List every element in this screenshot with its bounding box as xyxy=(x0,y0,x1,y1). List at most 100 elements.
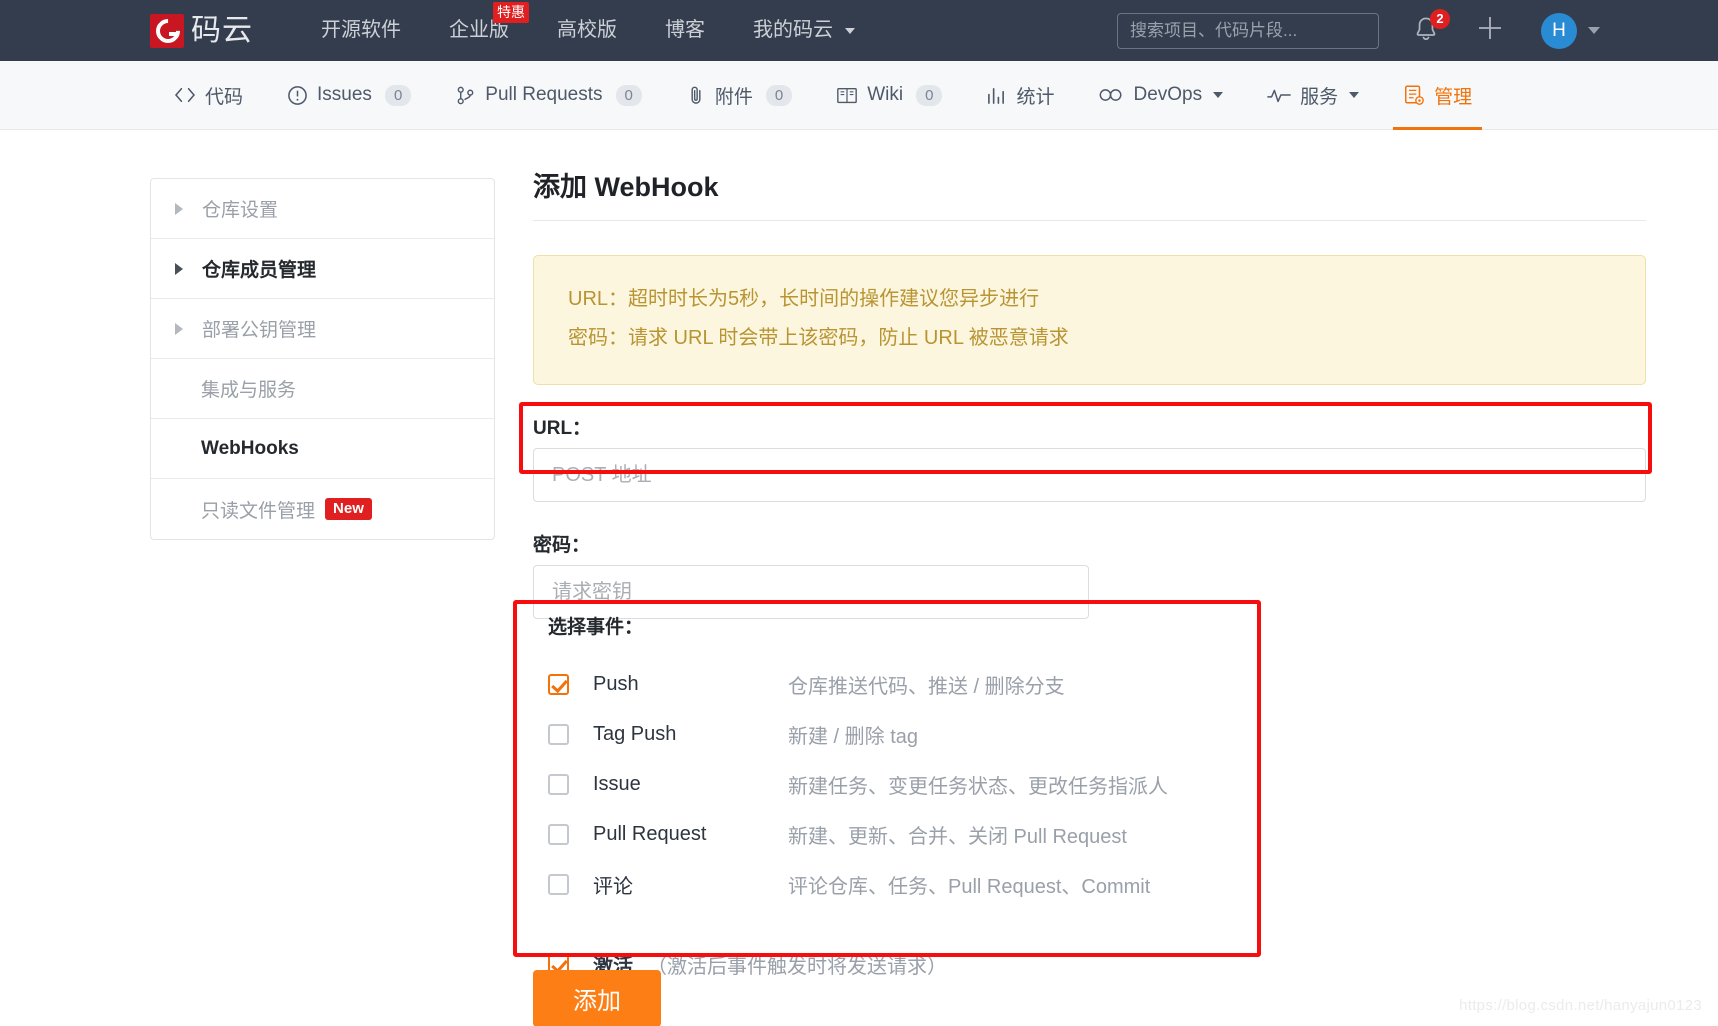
tab-pull-requests-label: Pull Requests xyxy=(485,84,603,105)
tab-management-label: 管理 xyxy=(1434,86,1473,108)
sidebar-item-webhooks[interactable]: WebHooks xyxy=(151,419,494,479)
sidebar-item-repo-settings-label: 仓库设置 xyxy=(202,200,279,221)
nav-open-source-label: 开源软件 xyxy=(321,19,401,41)
event-push-label: Push xyxy=(593,672,639,695)
event-comment-description: 评论仓库、任务、Pull Request、Commit xyxy=(788,875,1151,898)
chart-icon xyxy=(986,86,1007,105)
event-issue-label: Issue xyxy=(593,772,641,795)
tab-services-label: 服务 xyxy=(1300,86,1339,108)
chevron-down-icon xyxy=(844,27,855,34)
global-header: 码云 开源软件 企业版 特惠 高校版 博客 我的码云 搜索项目、代码片段... … xyxy=(0,0,1718,61)
tab-wiki[interactable]: Wiki 0 xyxy=(814,61,964,130)
event-row-issue[interactable]: Issue 新建任务、变更任务状态、更改任务指派人 xyxy=(548,759,1253,809)
chevron-right-icon xyxy=(175,202,183,215)
tab-devops-label: DevOps xyxy=(1133,84,1203,105)
nav-enterprise[interactable]: 企业版 特惠 xyxy=(425,0,533,61)
sidebar-item-deploy-keys[interactable]: 部署公钥管理 xyxy=(151,299,494,359)
nav-campus[interactable]: 高校版 xyxy=(533,0,641,61)
tab-code-label: 代码 xyxy=(205,86,244,108)
checkbox-issue[interactable] xyxy=(548,773,569,795)
site-logo-label: 码云 xyxy=(191,13,253,47)
checkbox-tag-push[interactable] xyxy=(548,723,569,745)
event-row-push[interactable]: Push 仓库推送代码、推送 / 删除分支 xyxy=(548,659,1253,709)
sidebar-item-repo-settings[interactable]: 仓库设置 xyxy=(151,179,494,239)
tab-wiki-label: Wiki xyxy=(867,84,904,105)
notice-line-password: 密码：请求 URL 时会带上该密码，防止 URL 被恶意请求 xyxy=(568,327,1069,349)
infinity-icon xyxy=(1098,87,1124,103)
header-actions: 2 H xyxy=(1117,8,1600,49)
nav-blog-label: 博客 xyxy=(665,19,705,41)
sidebar-item-deploy-keys-label: 部署公钥管理 xyxy=(202,320,317,341)
password-input[interactable] xyxy=(533,565,1089,619)
url-input[interactable] xyxy=(533,448,1646,502)
repository-nav: 代码 Issues 0 Pull Requests 0 附件 0 Wiki 0 … xyxy=(0,61,1718,130)
site-logo[interactable]: 码云 xyxy=(150,11,253,51)
info-notice: URL：超时时长为5秒，长时间的操作建议您异步进行 密码：请求 URL 时会带上… xyxy=(533,255,1646,385)
pulse-icon xyxy=(1267,87,1291,103)
chevron-right-icon xyxy=(175,262,183,275)
notifications-button[interactable]: 2 xyxy=(1413,8,1450,46)
nav-open-source[interactable]: 开源软件 xyxy=(297,0,425,61)
tab-services[interactable]: 服务 xyxy=(1245,61,1381,130)
tab-issues[interactable]: Issues 0 xyxy=(265,61,433,130)
sidebar-item-webhooks-label: WebHooks xyxy=(201,437,299,459)
tab-devops[interactable]: DevOps xyxy=(1076,61,1245,130)
checkbox-comment[interactable] xyxy=(548,873,569,895)
url-field-label: URL： xyxy=(533,418,592,439)
tab-pull-requests[interactable]: Pull Requests 0 xyxy=(433,61,664,130)
tab-management[interactable]: 管理 xyxy=(1381,61,1494,130)
sidebar-item-integrations-label: 集成与服务 xyxy=(201,380,297,401)
tab-wiki-count: 0 xyxy=(916,84,943,106)
gitee-g-icon xyxy=(150,13,184,48)
chevron-right-icon xyxy=(175,322,183,335)
tab-statistics[interactable]: 统计 xyxy=(964,61,1076,130)
event-row-comment[interactable]: 评论 评论仓库、任务、Pull Request、Commit xyxy=(548,859,1253,909)
tab-statistics-label: 统计 xyxy=(1016,86,1055,108)
issue-icon xyxy=(287,85,308,106)
event-push-description: 仓库推送代码、推送 / 删除分支 xyxy=(788,675,1065,698)
notification-count-badge: 2 xyxy=(1430,8,1450,29)
sidebar-item-integrations[interactable]: 集成与服务 xyxy=(151,359,494,419)
event-tag-push-description: 新建 / 删除 tag xyxy=(788,725,919,748)
nav-blog[interactable]: 博客 xyxy=(641,0,729,61)
event-tag-push-label: Tag Push xyxy=(593,722,677,745)
settings-list-icon xyxy=(1403,84,1425,106)
search-input[interactable] xyxy=(1117,12,1379,49)
tab-attachments-label: 附件 xyxy=(714,86,753,108)
event-issue-description: 新建任务、变更任务状态、更改任务指派人 xyxy=(788,775,1168,798)
event-activate-description: （激活后事件触发时将发送请求） xyxy=(647,955,947,978)
submit-button[interactable]: 添加 xyxy=(533,970,661,1026)
pull-request-icon xyxy=(455,85,476,106)
tab-pull-requests-count: 0 xyxy=(615,84,642,106)
sidebar-item-readonly-files[interactable]: 只读文件管理 New xyxy=(151,479,494,539)
events-spacer xyxy=(533,909,1253,939)
tab-attachments[interactable]: 附件 0 xyxy=(664,61,814,130)
promo-badge: 特惠 xyxy=(493,2,529,23)
nav-my-gitee-label: 我的码云 xyxy=(753,19,833,41)
nav-campus-label: 高校版 xyxy=(557,19,617,41)
chevron-down-icon xyxy=(1213,92,1224,98)
nav-my-gitee[interactable]: 我的码云 xyxy=(729,0,879,61)
events-section: 选择事件： Push 仓库推送代码、推送 / 删除分支 Tag Push 新建 … xyxy=(533,612,1253,989)
create-new-button[interactable] xyxy=(1475,13,1505,48)
notice-line-url: URL：超时时长为5秒，长时间的操作建议您异步进行 xyxy=(568,288,1040,310)
event-row-tag-push[interactable]: Tag Push 新建 / 删除 tag xyxy=(548,709,1253,759)
tab-issues-label: Issues xyxy=(317,84,372,105)
tab-attachments-count: 0 xyxy=(765,84,793,106)
tab-code[interactable]: 代码 xyxy=(152,61,265,130)
sidebar-item-repo-members-label: 仓库成员管理 xyxy=(202,260,317,281)
sidebar-item-readonly-files-label: 只读文件管理 xyxy=(201,500,316,522)
book-icon xyxy=(836,86,858,105)
chevron-down-icon xyxy=(1349,92,1360,98)
checkbox-pull-request[interactable] xyxy=(548,823,569,845)
user-menu-chevron-down-icon[interactable] xyxy=(1588,27,1600,34)
paperclip-icon xyxy=(686,85,706,106)
sidebar-item-repo-members[interactable]: 仓库成员管理 xyxy=(151,239,494,299)
code-icon xyxy=(174,86,196,104)
avatar[interactable]: H xyxy=(1541,12,1577,49)
watermark: https://blog.csdn.net/hanyajun0123 xyxy=(1459,997,1702,1014)
event-row-pull-request[interactable]: Pull Request 新建、更新、合并、关闭 Pull Request xyxy=(548,809,1253,859)
event-comment-label: 评论 xyxy=(593,875,633,898)
avatar-letter: H xyxy=(1552,19,1566,41)
checkbox-push[interactable] xyxy=(548,673,569,695)
